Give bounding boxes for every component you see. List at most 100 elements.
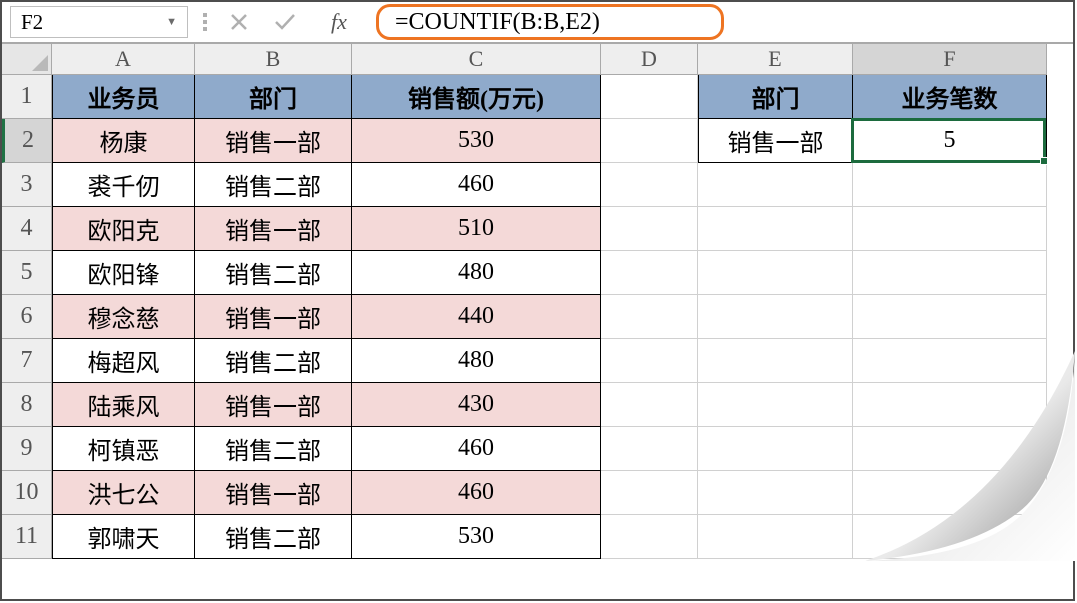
row-header-2[interactable]: 2: [2, 119, 52, 163]
cell[interactable]: [601, 515, 698, 559]
cell[interactable]: [601, 471, 698, 515]
cell[interactable]: [698, 207, 853, 251]
cell[interactable]: [853, 471, 1047, 515]
cell[interactable]: [601, 207, 698, 251]
cell[interactable]: 销售二部: [195, 427, 352, 471]
col-header-D[interactable]: D: [601, 44, 698, 75]
cell[interactable]: [853, 515, 1047, 559]
col-header-A[interactable]: A: [52, 44, 195, 75]
drag-handle-icon[interactable]: [200, 13, 210, 31]
cell[interactable]: 销售一部: [195, 383, 352, 427]
row-header-6[interactable]: 6: [2, 295, 52, 339]
cell[interactable]: [601, 75, 698, 119]
cell[interactable]: [853, 339, 1047, 383]
col-header-B[interactable]: B: [195, 44, 352, 75]
formula-input[interactable]: =COUNTIF(B:B,E2): [376, 4, 724, 40]
cell[interactable]: [601, 339, 698, 383]
cell[interactable]: 梅超风: [52, 339, 195, 383]
cell[interactable]: [853, 163, 1047, 207]
cell[interactable]: [853, 427, 1047, 471]
cell[interactable]: [698, 383, 853, 427]
row-header-1[interactable]: 1: [2, 75, 52, 119]
column-headers: A B C D E F: [52, 44, 1073, 75]
header-cell[interactable]: 部门: [195, 75, 352, 119]
cell[interactable]: [601, 383, 698, 427]
cell[interactable]: 郭啸天: [52, 515, 195, 559]
cell[interactable]: [853, 207, 1047, 251]
fx-button[interactable]: fx: [314, 6, 364, 38]
cell[interactable]: 530: [352, 515, 601, 559]
cell[interactable]: 欧阳克: [52, 207, 195, 251]
cell[interactable]: [601, 119, 698, 163]
header-cell[interactable]: 业务笔数: [853, 75, 1047, 119]
cell[interactable]: 穆念慈: [52, 295, 195, 339]
cell[interactable]: [698, 339, 853, 383]
col-header-F[interactable]: F: [853, 44, 1047, 75]
cell[interactable]: 销售一部: [195, 207, 352, 251]
header-cell[interactable]: 部门: [698, 75, 853, 119]
cell[interactable]: [698, 427, 853, 471]
row-header-11[interactable]: 11: [2, 515, 52, 559]
cell[interactable]: 销售二部: [195, 515, 352, 559]
cell[interactable]: 480: [352, 251, 601, 295]
cell[interactable]: [601, 251, 698, 295]
cell[interactable]: 销售二部: [195, 163, 352, 207]
cell[interactable]: 销售二部: [195, 251, 352, 295]
table-row: 4欧阳克销售一部510: [2, 207, 1073, 251]
select-all-corner[interactable]: [2, 44, 52, 75]
cell[interactable]: 460: [352, 471, 601, 515]
row-header-5[interactable]: 5: [2, 251, 52, 295]
row-header-7[interactable]: 7: [2, 339, 52, 383]
cell[interactable]: 460: [352, 163, 601, 207]
cell[interactable]: [853, 383, 1047, 427]
cell[interactable]: [853, 251, 1047, 295]
cell[interactable]: 陆乘风: [52, 383, 195, 427]
check-icon: [274, 13, 296, 31]
cell[interactable]: 510: [352, 207, 601, 251]
cell[interactable]: 销售一部: [698, 119, 853, 163]
cell[interactable]: [853, 295, 1047, 339]
x-icon: [230, 13, 248, 31]
cell[interactable]: 洪七公: [52, 471, 195, 515]
cell[interactable]: 销售一部: [195, 471, 352, 515]
confirm-button[interactable]: [268, 6, 302, 38]
col-header-C[interactable]: C: [352, 44, 601, 75]
cell[interactable]: 柯镇恶: [52, 427, 195, 471]
table-row: 5欧阳锋销售二部480: [2, 251, 1073, 295]
cell[interactable]: 460: [352, 427, 601, 471]
row-header-8[interactable]: 8: [2, 383, 52, 427]
cell[interactable]: [698, 515, 853, 559]
cell[interactable]: [601, 295, 698, 339]
cell[interactable]: 欧阳锋: [52, 251, 195, 295]
row-header-3[interactable]: 3: [2, 163, 52, 207]
cell[interactable]: 430: [352, 383, 601, 427]
cell[interactable]: 5: [853, 119, 1047, 163]
cell[interactable]: 杨康: [52, 119, 195, 163]
row-header-9[interactable]: 9: [2, 427, 52, 471]
cell[interactable]: 530: [352, 119, 601, 163]
chevron-down-icon[interactable]: ▼: [166, 16, 177, 28]
row-header-10[interactable]: 10: [2, 471, 52, 515]
name-box[interactable]: F2 ▼: [10, 6, 188, 38]
cell[interactable]: [698, 251, 853, 295]
cell[interactable]: [601, 163, 698, 207]
header-cell[interactable]: 销售额(万元): [352, 75, 601, 119]
cell[interactable]: [698, 163, 853, 207]
cancel-button[interactable]: [222, 6, 256, 38]
cell[interactable]: 裘千仞: [52, 163, 195, 207]
row-header-4[interactable]: 4: [2, 207, 52, 251]
header-cell[interactable]: 业务员: [52, 75, 195, 119]
cell[interactable]: [601, 427, 698, 471]
col-header-E[interactable]: E: [698, 44, 853, 75]
table-row: 2杨康销售一部530销售一部5: [2, 119, 1073, 163]
cell[interactable]: 销售一部: [195, 295, 352, 339]
cell[interactable]: 销售二部: [195, 339, 352, 383]
cell[interactable]: [698, 471, 853, 515]
cell[interactable]: 480: [352, 339, 601, 383]
table-row: 6穆念慈销售一部440: [2, 295, 1073, 339]
cell[interactable]: [698, 295, 853, 339]
cell[interactable]: 440: [352, 295, 601, 339]
table-row: 3裘千仞销售二部460: [2, 163, 1073, 207]
cell[interactable]: 销售一部: [195, 119, 352, 163]
table-row: 7梅超风销售二部480: [2, 339, 1073, 383]
